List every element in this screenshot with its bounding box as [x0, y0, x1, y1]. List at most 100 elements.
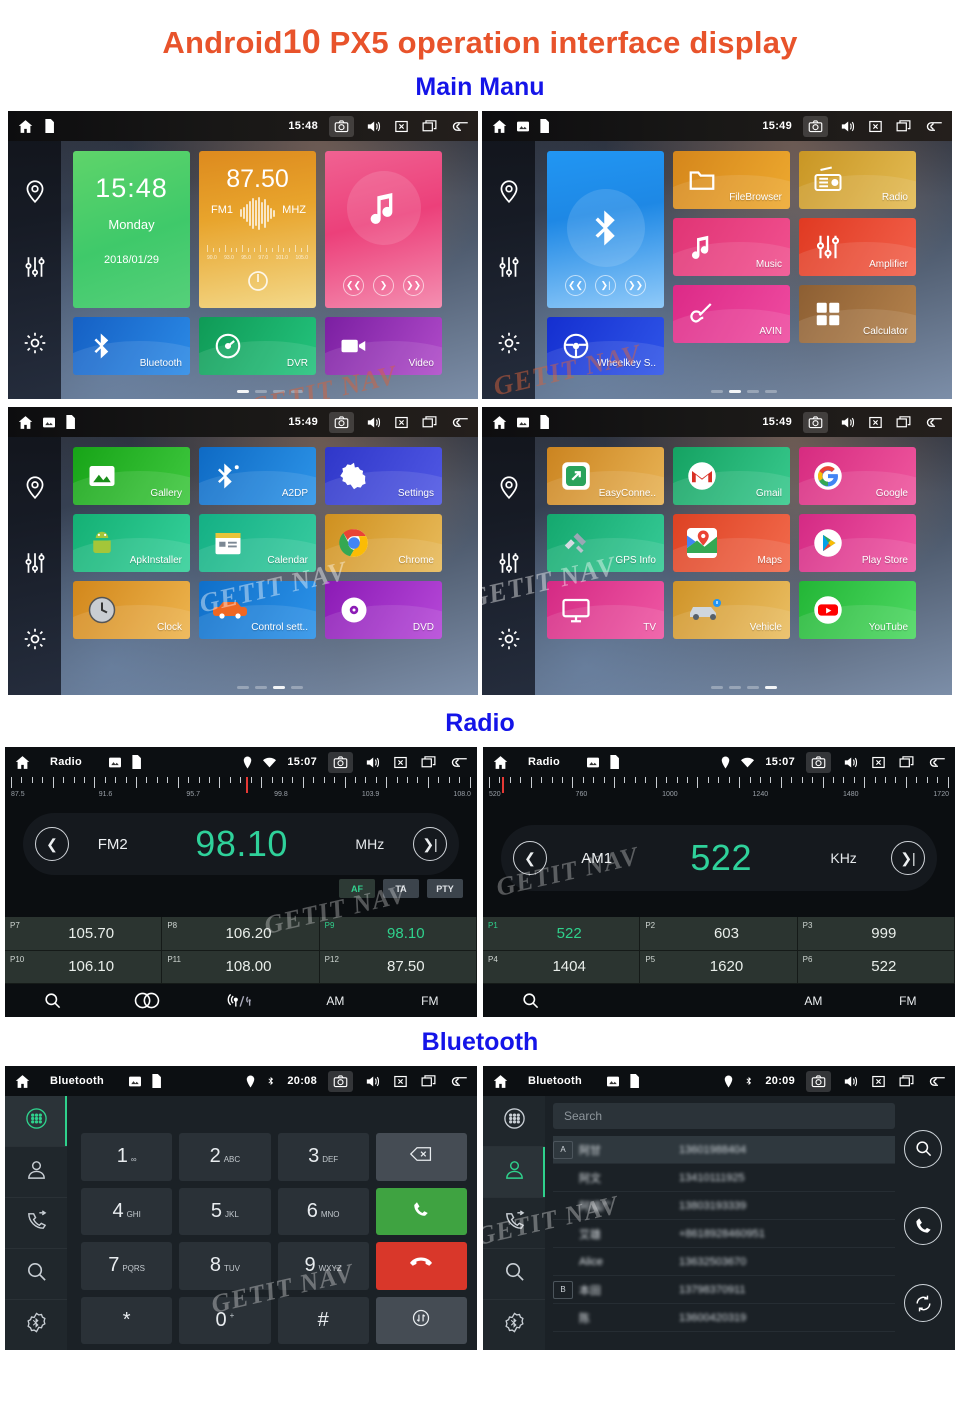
scan-search-button[interactable] — [483, 991, 577, 1010]
home-icon[interactable] — [17, 118, 34, 135]
preset-button[interactable]: P2 603 — [640, 917, 798, 951]
frequency-ruler[interactable]: 87.5 91.6 95.7 99.8 103.9 108.0 — [5, 777, 477, 811]
screen-home-1[interactable]: 15:48 15:48 Monday 2018/01/29 Bluetooth … — [8, 111, 478, 399]
sliders-icon[interactable] — [496, 550, 522, 581]
play-pause-button[interactable]: ❯| — [595, 275, 616, 296]
seek-next-button[interactable]: ❯| — [891, 841, 925, 875]
next-button[interactable]: ❯❯ — [625, 275, 646, 296]
camera-icon[interactable] — [806, 751, 831, 773]
bt-tab-call-history[interactable] — [483, 1198, 545, 1249]
close-box-icon[interactable] — [867, 118, 884, 135]
preset-button[interactable]: P5 1620 — [640, 950, 798, 984]
home-icon[interactable] — [14, 1073, 31, 1090]
close-box-icon[interactable] — [392, 754, 409, 771]
tile-gps-info[interactable]: GPS Info — [547, 514, 664, 572]
bluetooth-widget[interactable]: ❮❮ ❯| ❯❯ — [547, 151, 664, 308]
close-box-icon[interactable] — [870, 1073, 887, 1090]
volume-icon[interactable] — [842, 1073, 859, 1090]
camera-icon[interactable] — [803, 411, 828, 433]
key-2[interactable]: 2 ABC — [179, 1133, 271, 1181]
preset-button[interactable]: P4 1404 — [483, 950, 641, 984]
screen-radio-fm[interactable]: Radio 15:07 87.5 91.6 95.7 99.8 103.9 10… — [5, 747, 477, 1017]
close-box-icon[interactable] — [870, 754, 887, 771]
stereo-button[interactable] — [99, 991, 193, 1010]
bt-tab-search[interactable] — [483, 1249, 545, 1300]
tile-chrome[interactable]: Chrome — [325, 514, 442, 572]
tile-a2dp[interactable]: A2DP — [199, 447, 316, 505]
recent-apps-icon[interactable] — [898, 754, 915, 771]
preset-button[interactable]: P10 106.10 — [5, 950, 163, 984]
gear-icon[interactable] — [496, 330, 522, 361]
seek-prev-button[interactable]: ❮ — [513, 841, 547, 875]
screen-apps-2[interactable]: 15:49 EasyConne.. Gmail Google GPS Info … — [482, 407, 952, 695]
bt-tab-settings[interactable] — [5, 1300, 67, 1350]
contact-row[interactable]: 阿文 13410111925 — [553, 1164, 895, 1192]
tile-calendar[interactable]: Calendar — [199, 514, 316, 572]
camera-icon[interactable] — [329, 411, 354, 433]
recent-apps-icon[interactable] — [898, 1073, 915, 1090]
preset-button[interactable]: P3 999 — [797, 917, 955, 951]
hangup-key[interactable] — [375, 1242, 467, 1290]
key-star[interactable]: * — [81, 1296, 173, 1344]
volume-icon[interactable] — [839, 414, 856, 431]
back-arrow-icon[interactable] — [923, 118, 944, 135]
transfer-key[interactable] — [375, 1296, 467, 1344]
screen-apps-1[interactable]: 15:49 Gallery A2DP Settings ApkInstaller… — [8, 407, 478, 695]
sliders-icon[interactable] — [496, 254, 522, 285]
fm-band-button[interactable]: FM — [861, 994, 955, 1008]
tile-gallery[interactable]: Gallery — [73, 447, 190, 505]
key-6[interactable]: 6 MNO — [277, 1187, 369, 1235]
preset-button[interactable]: P12 87.50 — [319, 950, 477, 984]
recent-apps-icon[interactable] — [895, 414, 912, 431]
camera-icon[interactable] — [328, 751, 353, 773]
clock-widget[interactable]: 15:48 Monday 2018/01/29 — [73, 151, 190, 308]
contacts-list[interactable]: A 阿甘 13601988404 阿文 13410111925 阿福广 1380… — [553, 1136, 895, 1350]
bt-tab-call-history[interactable] — [5, 1198, 67, 1249]
back-arrow-icon[interactable] — [449, 414, 470, 431]
contacts-search-button[interactable] — [904, 1129, 942, 1168]
power-icon[interactable] — [199, 269, 316, 298]
tile-youtube[interactable]: YouTube — [799, 581, 916, 639]
tile-filebrowser[interactable]: FileBrowser — [673, 151, 790, 209]
tile-dvd[interactable]: DVD — [325, 581, 442, 639]
bt-tab-settings[interactable] — [483, 1300, 545, 1350]
preset-button[interactable]: P6 522 — [797, 950, 955, 984]
contact-row[interactable]: A 阿甘 13601988404 — [553, 1136, 895, 1164]
gear-icon[interactable] — [22, 626, 48, 657]
bt-tab-contacts[interactable] — [5, 1147, 67, 1198]
bt-tab-dialpad[interactable] — [5, 1096, 67, 1147]
frequency-ruler[interactable]: 520 760 1000 1240 1480 1720 — [483, 777, 955, 811]
location-pin-icon[interactable] — [22, 178, 48, 209]
recent-apps-icon[interactable] — [421, 414, 438, 431]
back-arrow-icon[interactable] — [448, 754, 469, 771]
tile-wheelkey[interactable]: Wheelkey S.. — [547, 317, 664, 375]
ta-button[interactable]: TA — [383, 879, 419, 898]
recent-apps-icon[interactable] — [420, 1073, 437, 1090]
tile-avin[interactable]: AVIN — [673, 285, 790, 343]
preset-button[interactable]: P11 108.00 — [162, 950, 320, 984]
seek-prev-button[interactable]: ❮ — [35, 827, 69, 861]
bt-tab-dialpad[interactable] — [483, 1096, 545, 1147]
volume-icon[interactable] — [842, 754, 859, 771]
preset-button[interactable]: P7 105.70 — [5, 917, 163, 951]
search-input[interactable]: Search — [553, 1103, 895, 1129]
home-icon[interactable] — [492, 754, 509, 771]
tile-control-settings[interactable]: Control sett.. — [199, 581, 316, 639]
call-key[interactable] — [375, 1187, 467, 1235]
key-9[interactable]: 9 WXYZ — [277, 1242, 369, 1290]
preset-button[interactable]: P1 522 — [483, 917, 641, 951]
recent-apps-icon[interactable] — [421, 118, 438, 135]
antenna-loc-dx-button[interactable] — [194, 991, 288, 1010]
camera-icon[interactable] — [328, 1070, 353, 1092]
camera-icon[interactable] — [806, 1070, 831, 1092]
tile-google[interactable]: Google — [799, 447, 916, 505]
location-pin-icon[interactable] — [22, 474, 48, 505]
screen-radio-am[interactable]: Radio 15:07 520 760 1000 1240 1480 1720 … — [483, 747, 955, 1017]
tile-radio[interactable]: Radio — [799, 151, 916, 209]
recent-apps-icon[interactable] — [895, 118, 912, 135]
tile-amplifier[interactable]: Amplifier — [799, 218, 916, 276]
seek-next-button[interactable]: ❯| — [413, 827, 447, 861]
screen-bt-dialer[interactable]: Bluetooth 20:08 1 ∞ 2 ABC 3 DEF 4 GHI 5 … — [5, 1066, 477, 1350]
tile-settings[interactable]: Settings — [325, 447, 442, 505]
tile-bluetooth[interactable]: Bluetooth — [73, 317, 190, 375]
